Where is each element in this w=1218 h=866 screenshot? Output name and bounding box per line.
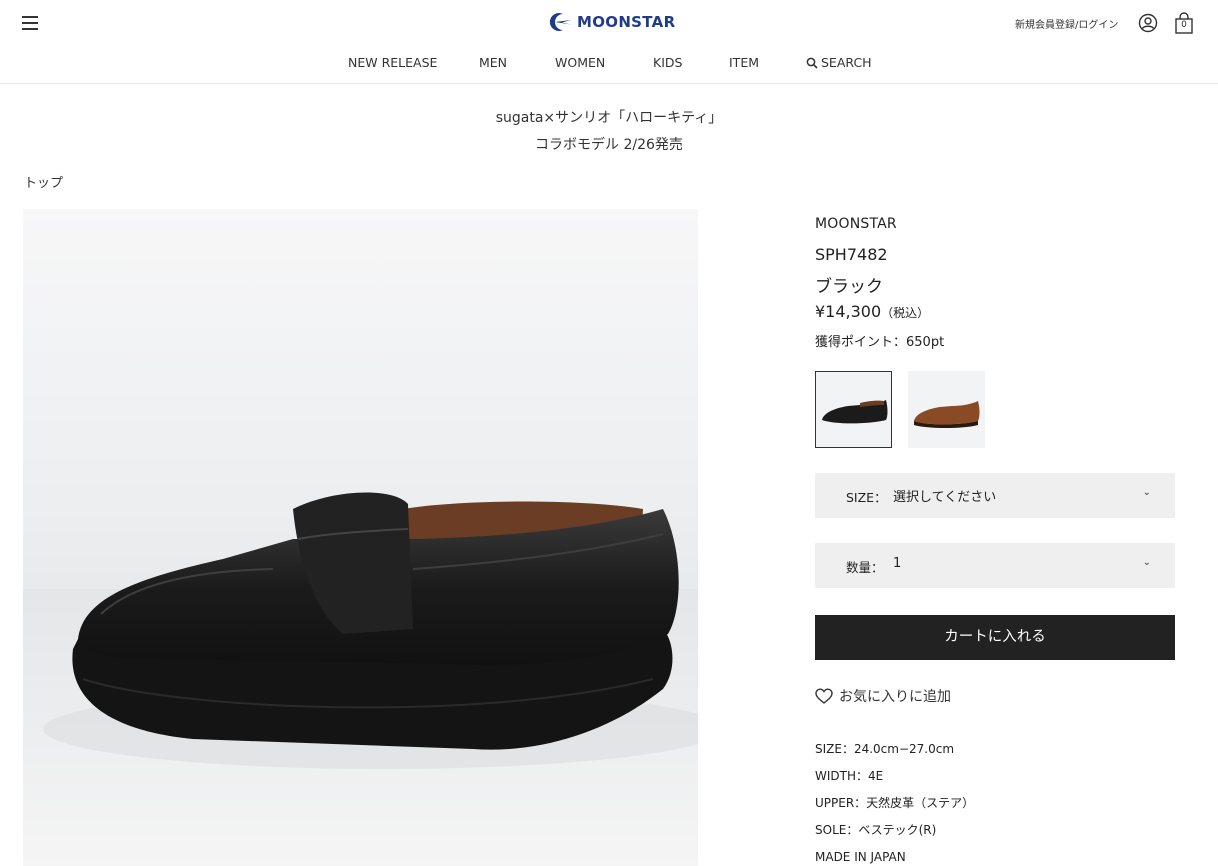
cart-icon[interactable]: 0	[1174, 12, 1194, 34]
product-points: 獲得ポイント：650pt	[815, 335, 945, 350]
main-nav: NEW RELEASE MEN WOMEN KIDS ITEM SEARCH	[0, 55, 1218, 71]
nav-women[interactable]: WOMEN	[555, 55, 605, 70]
nav-men[interactable]: MEN	[479, 55, 507, 70]
search-icon	[806, 57, 818, 69]
spec-size: SIZE：24.0cm−27.0cm	[815, 742, 955, 756]
user-icon[interactable]	[1138, 13, 1158, 33]
product-price: ¥14,300（税込）	[815, 302, 929, 321]
login-link[interactable]: 新規会員登録/ログイン	[1015, 16, 1118, 31]
size-select[interactable]: SIZE： 選択してください ⌄	[815, 473, 1175, 518]
chevron-down-icon: ⌄	[1142, 557, 1151, 568]
size-value: 選択してください	[893, 490, 997, 505]
spec-width: WIDTH：4E	[815, 769, 884, 783]
promo-line-1: sugata×サンリオ「ハローキティ」	[495, 110, 723, 126]
add-to-cart-button[interactable]: カートに入れる	[815, 615, 1175, 660]
nav-item[interactable]: ITEM	[729, 55, 759, 70]
add-to-favorites-button[interactable]: お気に入りに追加	[815, 686, 951, 706]
cart-count: 0	[1181, 20, 1187, 30]
nav-search-label: SEARCH	[821, 55, 872, 70]
favorites-label: お気に入りに追加	[839, 689, 951, 705]
site-header: MOONSTAR 新規会員登録/ログイン 0 NEW RELEASE MEN W…	[0, 0, 1218, 84]
nav-kids[interactable]: KIDS	[653, 55, 682, 70]
moonstar-logo-icon	[549, 13, 571, 31]
tax-note: （税込）	[881, 306, 930, 320]
site-logo[interactable]: MOONSTAR	[549, 12, 675, 32]
black-shoe-thumbnail	[816, 372, 891, 447]
chevron-down-icon: ⌄	[1142, 487, 1151, 498]
breadcrumb-top[interactable]: トップ	[24, 172, 63, 191]
quantity-value: 1	[893, 556, 902, 571]
product-color: ブラック	[815, 277, 883, 297]
spec-upper: UPPER：天然皮革（ステア）	[815, 796, 975, 810]
menu-icon[interactable]	[22, 16, 38, 30]
price-value: ¥14,300	[815, 302, 882, 321]
loafer-shoe-image	[23, 492, 698, 866]
quantity-select[interactable]: 数量： 1 ⌄	[815, 543, 1175, 588]
product-specs: SIZE：24.0cm−27.0cm WIDTH：4E UPPER：天然皮革（ス…	[815, 736, 974, 866]
logo-text: MOONSTAR	[577, 13, 676, 31]
product-brand: MOONSTAR	[815, 216, 897, 232]
color-thumb-brown[interactable]	[908, 371, 985, 448]
size-label: SIZE：	[846, 490, 887, 505]
heart-icon	[815, 688, 833, 704]
quantity-label: 数量：	[846, 560, 884, 575]
promo-banner[interactable]: sugata×サンリオ「ハローキティ」 コラボモデル 2/26発売	[0, 105, 1218, 159]
spec-sole: SOLE：ベステック(R)	[815, 823, 937, 837]
nav-search[interactable]: SEARCH	[806, 55, 872, 70]
color-thumb-black[interactable]	[815, 371, 892, 448]
promo-line-2: コラボモデル 2/26発売	[535, 137, 683, 153]
nav-new-release[interactable]: NEW RELEASE	[348, 55, 437, 70]
spec-origin: MADE IN JAPAN	[815, 850, 906, 864]
brown-shoe-thumbnail	[908, 371, 985, 448]
product-main-image[interactable]	[23, 209, 698, 866]
product-code: SPH7482	[815, 245, 888, 264]
